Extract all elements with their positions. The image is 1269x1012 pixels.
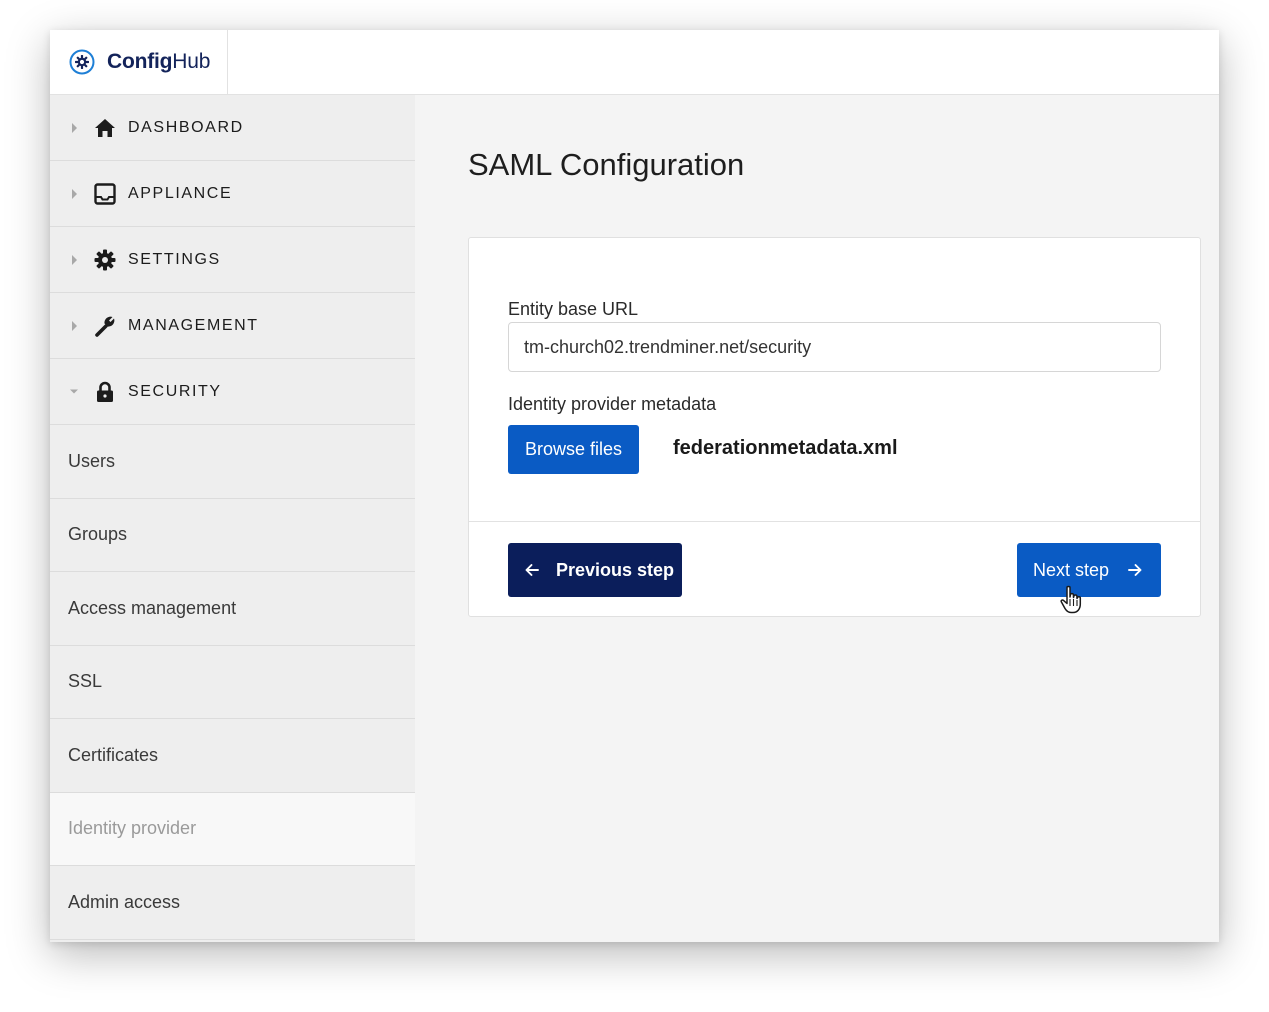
sidebar-section-label: DASHBOARD: [128, 118, 244, 136]
browse-files-button[interactable]: Browse files: [508, 425, 639, 474]
brand-name: ConfigHub: [107, 50, 211, 73]
sidebar-item-groups[interactable]: Groups: [50, 499, 415, 572]
arrow-left-icon: [524, 562, 540, 578]
sidebar-section-appliance[interactable]: APPLIANCE: [50, 161, 415, 227]
saml-config-card: Entity base URL Identity provider metada…: [468, 237, 1201, 617]
top-bar: ConfigHub: [50, 30, 1219, 95]
sidebar-item-admin-access[interactable]: Admin access: [50, 866, 415, 940]
sidebar: DASHBOARD APPLIANCE SETTINGS MANAGEMENT …: [50, 95, 415, 942]
sidebar-section-label: MANAGEMENT: [128, 316, 259, 334]
card-divider: [469, 521, 1200, 522]
app-window: ConfigHub DASHBOARD APPLIANCE SETTINGS M…: [50, 30, 1219, 942]
caret-right-icon: [70, 122, 78, 133]
wrench-icon: [93, 314, 117, 338]
caret-right-icon: [70, 254, 78, 265]
caret-right-icon: [70, 320, 78, 331]
main-content: SAML Configuration Entity base URL Ident…: [415, 95, 1219, 942]
sidebar-section-label: APPLIANCE: [128, 184, 233, 202]
brand-logo[interactable]: ConfigHub: [50, 30, 228, 94]
sidebar-section-label: SECURITY: [128, 382, 222, 400]
previous-step-button[interactable]: Previous step: [508, 543, 682, 597]
home-icon: [93, 116, 117, 140]
sidebar-section-settings[interactable]: SETTINGS: [50, 227, 415, 293]
sidebar-item-certificates[interactable]: Certificates: [50, 719, 415, 793]
lock-icon: [93, 380, 117, 404]
sidebar-item-identity-provider[interactable]: Identity provider: [50, 792, 415, 866]
entity-url-input[interactable]: [508, 322, 1161, 372]
selected-file-name: federationmetadata.xml: [673, 437, 898, 459]
next-step-button[interactable]: Next step: [1017, 543, 1161, 597]
sidebar-section-security[interactable]: SECURITY: [50, 359, 415, 425]
idp-metadata-label: Identity provider metadata: [508, 394, 717, 414]
appliance-icon: [93, 182, 117, 206]
sidebar-section-label: SETTINGS: [128, 250, 221, 268]
sidebar-section-dashboard[interactable]: DASHBOARD: [50, 95, 415, 161]
confighub-logo-icon: [69, 49, 95, 75]
arrow-right-icon: [1127, 562, 1143, 578]
sidebar-section-management[interactable]: MANAGEMENT: [50, 293, 415, 359]
sidebar-item-users[interactable]: Users: [50, 425, 415, 499]
sidebar-item-ssl[interactable]: SSL: [50, 646, 415, 719]
caret-down-icon: [70, 387, 78, 397]
hand-pointer-cursor-icon: [1059, 585, 1085, 615]
previous-step-label: Previous step: [556, 559, 675, 580]
caret-right-icon: [70, 188, 78, 199]
gear-icon: [93, 248, 117, 272]
page-title: SAML Configuration: [468, 147, 745, 182]
entity-url-label: Entity base URL: [508, 299, 639, 319]
sidebar-item-access-management[interactable]: Access management: [50, 572, 415, 646]
next-step-label: Next step: [1033, 559, 1110, 580]
